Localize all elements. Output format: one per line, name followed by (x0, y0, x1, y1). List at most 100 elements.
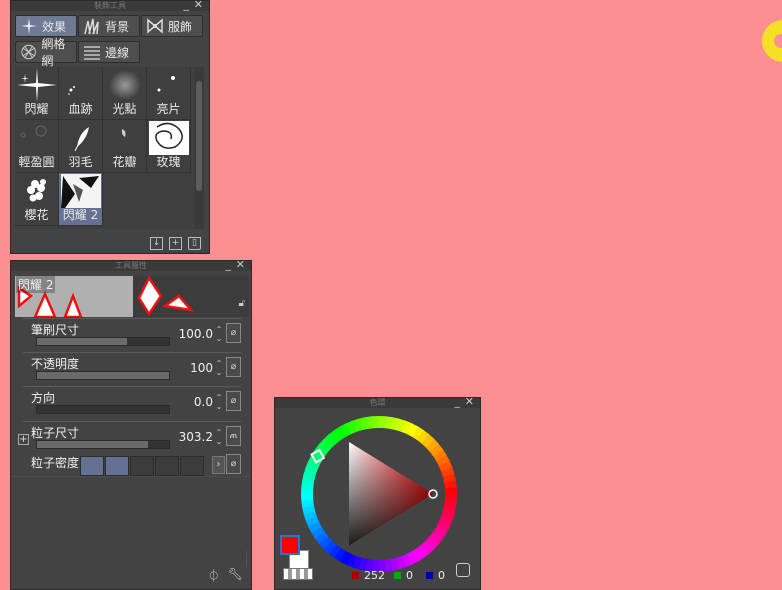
tool-item[interactable]: 亮片 (147, 67, 191, 120)
import-icon[interactable]: ↓ (150, 237, 163, 250)
chevron-right-icon[interactable]: › (212, 456, 225, 474)
opacity-value[interactable]: 100 (190, 361, 213, 375)
subtool-titlebar[interactable]: 裝飾工具 _ ✕ (11, 0, 209, 11)
tab-label: 服飾 (168, 19, 193, 34)
direction-row: 方向 0.0 ⌃ ⌄ ⌀ (23, 386, 241, 421)
sparkle-icon (21, 18, 37, 34)
tool-item[interactable]: 閃耀 2 (59, 173, 103, 226)
opacity-settings-button[interactable]: ⌀ (226, 357, 241, 377)
tool-property-panel: 工具屬性 _ ✕ 閃耀 2 🔓︎ 筆刷尺寸 100.0 ⌃ ⌄ ⌀ 不透明度 10… (10, 258, 252, 590)
tool-grid-scrollbar[interactable] (194, 67, 204, 229)
green-swatch (394, 572, 401, 579)
particle-density-label: 粒子密度 (31, 456, 80, 470)
brush-size-value[interactable]: 100.0 (179, 327, 213, 341)
tool-item[interactable]: 血跡 (59, 67, 103, 120)
green-value[interactable]: 0 (406, 569, 413, 582)
minimize-icon[interactable]: _ (226, 258, 232, 271)
colorwheel-titlebar[interactable]: 色環 _ ✕ (275, 395, 480, 408)
light-dot-brush-thumbnail (109, 70, 141, 100)
canvas-yellow-circle (762, 20, 782, 62)
duplicate-icon[interactable]: + (169, 237, 182, 250)
brush-size-slider[interactable] (36, 337, 170, 346)
transparent-color-chip[interactable] (283, 568, 313, 580)
tool-item[interactable]: 玫瑰 (147, 120, 191, 173)
tool-item[interactable]: 光點 (103, 67, 147, 120)
tool-label: 羽毛 (68, 155, 93, 169)
tool-label: 閃耀 2 (62, 208, 99, 222)
particle-size-label: 粒子尺寸 (31, 426, 80, 440)
tool-label: 閃耀 (24, 102, 49, 116)
tool-label: 亮片 (156, 102, 181, 116)
direction-value[interactable]: 0.0 (194, 395, 213, 409)
particle-density-steps[interactable] (80, 456, 204, 476)
tab-mesh[interactable]: 網格網 (15, 37, 77, 68)
tab-clothing[interactable]: 服飾 (141, 15, 203, 37)
tool-item[interactable]: 閃耀 (15, 67, 59, 120)
scrollbar-thumb[interactable] (196, 81, 202, 191)
main-color-chip[interactable] (280, 535, 300, 555)
lines-icon (84, 46, 100, 60)
subtool-panel: 裝飾工具 _ ✕ 效果 背景 服飾 網格網 邊線 閃耀 血跡 光點 亮片 輕盈圓… (10, 0, 210, 254)
blue-value[interactable]: 0 (438, 569, 445, 582)
tab-label: 背景 (105, 19, 130, 34)
tab-borders[interactable]: 邊線 (78, 41, 140, 63)
tool-item[interactable]: 輕盈圓 (15, 120, 59, 173)
sparkle-brush-thumbnail (17, 68, 57, 102)
bubble-brush-thumbnail (20, 125, 47, 138)
tab-label: 邊線 (105, 45, 130, 60)
spinner-icon[interactable]: ⌃ ⌄ (215, 428, 223, 446)
tab-effects[interactable]: 效果 (15, 15, 77, 37)
toolprop-titlebar[interactable]: 工具屬性 _ ✕ (11, 258, 251, 271)
spinner-icon[interactable]: ⌃ ⌄ (215, 359, 223, 377)
direction-label: 方向 (31, 391, 56, 405)
density-settings-button[interactable]: ⌀ (226, 454, 241, 474)
bow-icon (147, 18, 163, 34)
tool-label: 花瓣 (112, 155, 137, 169)
wrench-icon[interactable]: 🔧︎ (228, 567, 243, 584)
reset-icon[interactable]: ⏀ (208, 567, 220, 584)
minimize-icon[interactable]: _ (184, 0, 190, 11)
rgb-readout: 252 0 0 (352, 569, 445, 582)
tab-background[interactable]: 背景 (78, 15, 140, 37)
particle-size-slider[interactable] (36, 440, 170, 449)
close-icon[interactable]: ✕ (236, 258, 245, 271)
red-value[interactable]: 252 (364, 569, 385, 582)
spinner-icon[interactable]: ⌃ ⌄ (215, 325, 223, 343)
close-icon[interactable]: ✕ (194, 0, 203, 11)
spinner-icon[interactable]: ⌃ ⌄ (215, 393, 223, 411)
brush-size-row: 筆刷尺寸 100.0 ⌃ ⌄ ⌀ (23, 318, 241, 353)
tool-grid: 閃耀 血跡 光點 亮片 輕盈圓 羽毛 花瓣 玫瑰 櫻花 閃耀 2 (15, 67, 193, 229)
mesh-icon (21, 44, 36, 60)
direction-settings-button[interactable]: ⌀ (226, 391, 241, 411)
tool-item[interactable]: 櫻花 (15, 173, 59, 226)
brush-preview: 閃耀 2 🔓︎ (15, 276, 249, 317)
colorwheel-title: 色環 (369, 398, 386, 407)
blood-brush-thumbnail (68, 86, 75, 95)
hue-ring[interactable] (301, 416, 457, 572)
pressure-settings-button[interactable]: ⌀ (226, 323, 241, 343)
tool-item[interactable]: 花瓣 (103, 120, 147, 173)
color-mode-icon[interactable] (456, 563, 470, 577)
expand-plus-icon[interactable]: + (18, 434, 29, 445)
sakura-brush-thumbnail (27, 179, 46, 202)
lock-icon[interactable]: 🔓︎ (239, 298, 245, 309)
opacity-slider[interactable] (36, 371, 170, 380)
particle-density-row: 粒子密度 › ⌀ (23, 450, 241, 484)
particle-size-settings-button[interactable]: ጠ (226, 426, 241, 446)
grass-icon (84, 18, 99, 35)
particle-size-value[interactable]: 303.2 (179, 430, 213, 444)
direction-slider[interactable] (36, 405, 170, 414)
color-wheel-panel: 色環 _ ✕ 252 0 0 (274, 395, 481, 590)
close-icon[interactable]: ✕ (465, 395, 474, 408)
rose-brush-thumbnail (149, 121, 189, 155)
sparkle-2-brush-thumbnail (61, 174, 101, 208)
tool-label: 血跡 (68, 102, 93, 116)
trash-icon[interactable]: ▯ (188, 237, 201, 250)
minimize-icon[interactable]: _ (455, 395, 461, 408)
glitter-brush-thumbnail (157, 76, 175, 92)
petal-brush-thumbnail (121, 129, 126, 137)
tool-item[interactable]: 羽毛 (59, 120, 103, 173)
feather-brush-thumbnail (74, 127, 89, 152)
tab-label: 效果 (42, 19, 67, 34)
red-swatch (352, 572, 359, 579)
